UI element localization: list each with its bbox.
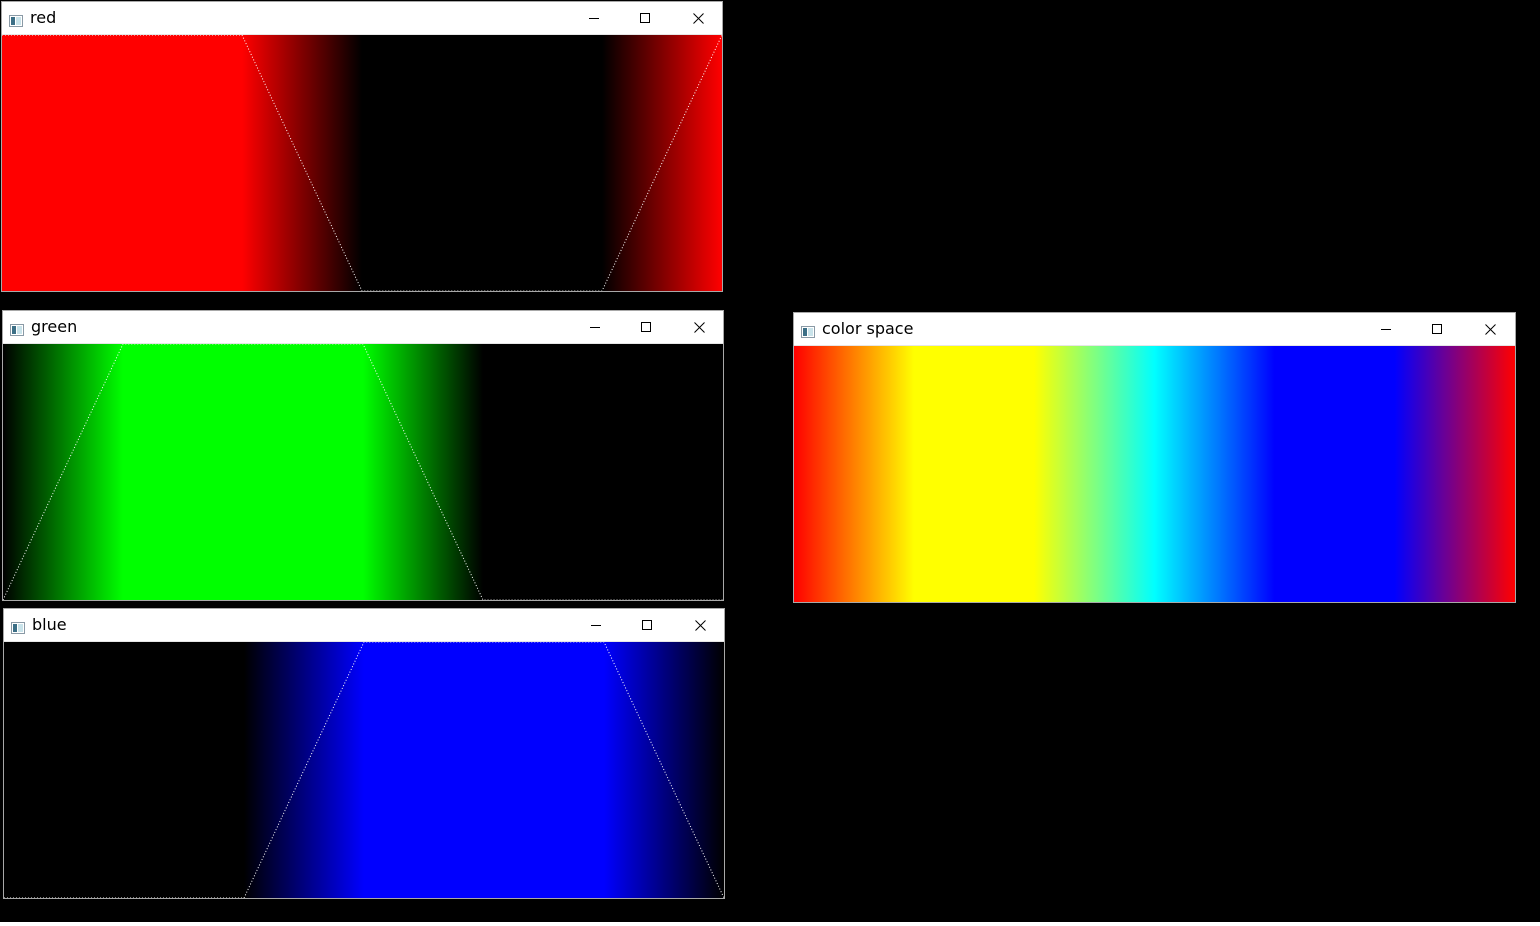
desktop: red green blue color space — [0, 0, 1540, 926]
red-window[interactable]: red — [1, 1, 723, 292]
channel-curve-line — [3, 344, 723, 600]
window-app-icon — [11, 619, 25, 634]
blue-channel-canvas — [4, 642, 724, 898]
maximize-button[interactable] — [624, 609, 670, 641]
window-title: green — [31, 317, 78, 336]
minimize-icon — [591, 625, 601, 626]
minimize-icon — [590, 327, 600, 328]
maximize-icon — [641, 322, 651, 332]
blue-window[interactable]: blue — [3, 608, 725, 899]
maximize-button[interactable] — [1414, 313, 1460, 345]
close-button[interactable] — [675, 2, 721, 34]
channel-curve — [2, 35, 722, 291]
color-space-window-titlebar[interactable]: color space — [794, 313, 1515, 346]
maximize-icon — [1432, 324, 1442, 334]
green-window-titlebar[interactable]: green — [3, 311, 723, 344]
channel-curve — [4, 642, 724, 898]
channel-curve-line — [2, 35, 722, 291]
minimize-button[interactable] — [573, 609, 619, 641]
screen-bottom-edge — [0, 922, 1540, 926]
window-title: blue — [32, 615, 67, 634]
maximize-button[interactable] — [623, 311, 669, 343]
window-app-icon — [9, 12, 23, 27]
minimize-button[interactable] — [571, 2, 617, 34]
red-channel-canvas — [2, 35, 722, 291]
maximize-button[interactable] — [622, 2, 668, 34]
minimize-button[interactable] — [1363, 313, 1409, 345]
close-button[interactable] — [676, 311, 722, 343]
window-title: red — [30, 8, 57, 27]
blue-window-titlebar[interactable]: blue — [4, 609, 724, 642]
color-space-gradient — [794, 346, 1515, 602]
close-icon — [692, 12, 704, 24]
green-channel-canvas — [3, 344, 723, 600]
red-window-titlebar[interactable]: red — [2, 2, 722, 35]
color-space-window[interactable]: color space — [793, 312, 1516, 603]
channel-curve — [3, 344, 723, 600]
minimize-icon — [1381, 329, 1391, 330]
window-title: color space — [822, 319, 914, 338]
window-app-icon — [10, 321, 24, 336]
close-icon — [693, 321, 705, 333]
close-button[interactable] — [1467, 313, 1513, 345]
close-icon — [694, 619, 706, 631]
window-app-icon — [801, 323, 815, 338]
minimize-icon — [589, 18, 599, 19]
close-icon — [1484, 323, 1496, 335]
channel-curve-line — [4, 642, 724, 898]
close-button[interactable] — [677, 609, 723, 641]
minimize-button[interactable] — [572, 311, 618, 343]
maximize-icon — [640, 13, 650, 23]
green-window[interactable]: green — [2, 310, 724, 601]
maximize-icon — [642, 620, 652, 630]
